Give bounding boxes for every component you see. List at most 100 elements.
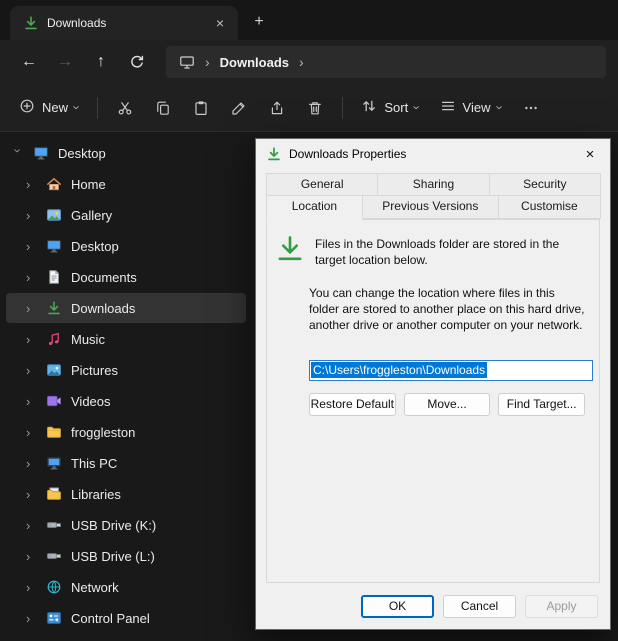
downloads-icon [265,146,282,163]
find-target-button[interactable]: Find Target... [498,393,585,416]
sidebar-item-videos[interactable]: › Videos [6,386,246,416]
cancel-button[interactable]: Cancel [443,595,516,618]
documents-icon [45,269,62,286]
explorer-tab-downloads[interactable]: Downloads × [10,6,238,40]
chevron-right-icon[interactable]: › [26,612,36,625]
pictures-icon [45,362,62,379]
copy-button[interactable] [145,91,181,125]
sidebar-item-gallery[interactable]: › Gallery [6,200,246,230]
chevron-right-icon[interactable]: › [26,581,36,594]
chevron-right-icon[interactable]: › [26,178,36,191]
sidebar-item-home[interactable]: › Home [6,169,246,199]
share-button[interactable] [259,91,295,125]
dialog-title: Downloads Properties [289,147,406,161]
sort-button[interactable]: Sort › [352,91,428,125]
tab-security[interactable]: Security [489,173,601,195]
delete-icon [307,100,323,116]
folder-icon [45,424,62,441]
up-button[interactable]: ↑ [84,45,118,79]
more-options-button[interactable] [513,91,549,125]
sidebar-item-documents[interactable]: › Documents [6,262,246,292]
chevron-right-icon[interactable]: › [26,364,36,377]
chevron-down-icon[interactable]: › [12,148,25,158]
location-intro-text: Files in the Downloads folder are stored… [315,234,585,268]
copy-icon [155,100,171,116]
downloads-properties-dialog: Downloads Properties × General Sharing S… [255,138,611,630]
new-tab-button[interactable]: + [244,7,274,37]
sidebar-item-usb-drive-k[interactable]: › USB Drive (K:) [6,510,246,540]
desktop-icon [32,145,49,162]
dialog-footer: OK Cancel Apply [256,583,610,629]
tab-general[interactable]: General [266,173,378,195]
paste-button[interactable] [183,91,219,125]
new-button[interactable]: New › [10,91,88,125]
cut-button[interactable] [107,91,143,125]
sidebar-item-froggleston[interactable]: › froggleston [6,417,246,447]
toolbar-separator [97,97,98,119]
sidebar-item-pictures[interactable]: › Pictures [6,355,246,385]
tab-title: Downloads [47,16,200,30]
rename-button[interactable] [221,91,257,125]
monitor-icon [178,54,195,71]
chevron-right-icon[interactable]: › [26,240,36,253]
sidebar-item-downloads[interactable]: › Downloads [6,293,246,323]
sidebar-item-libraries[interactable]: › Libraries [6,479,246,509]
chevron-right-icon[interactable]: › [26,395,36,408]
tab-close-button[interactable]: × [208,11,232,35]
dialog-titlebar[interactable]: Downloads Properties × [256,139,610,169]
desktop-icon [45,238,62,255]
chevron-right-icon[interactable]: › [26,550,36,563]
chevron-right-icon[interactable]: › [26,488,36,501]
navigation-pane: › Desktop › Home › Gallery › Desktop › [0,132,252,641]
sidebar-item-this-pc[interactable]: › This PC [6,448,246,478]
breadcrumb-chevron-icon: › [205,54,210,70]
delete-button[interactable] [297,91,333,125]
address-bar[interactable]: › Downloads › [166,46,606,78]
sidebar-item-desktop-root[interactable]: › Desktop [6,138,246,168]
view-button[interactable]: View › [431,91,511,125]
sidebar-item-desktop[interactable]: › Desktop [6,231,246,261]
breadcrumb-chevron-icon[interactable]: › [299,54,304,70]
tab-customise[interactable]: Customise [498,195,601,219]
tab-previous-versions[interactable]: Previous Versions [362,195,499,219]
chevron-right-icon[interactable]: › [26,271,36,284]
chevron-down-icon: › [493,105,506,109]
sidebar-item-network[interactable]: › Network [6,572,246,602]
ok-button[interactable]: OK [361,595,434,618]
chevron-right-icon[interactable]: › [26,519,36,532]
chevron-right-icon[interactable]: › [26,302,36,315]
chevron-right-icon[interactable]: › [26,209,36,222]
home-icon [45,176,62,193]
apply-button[interactable]: Apply [525,595,598,618]
sidebar-item-music[interactable]: › Music [6,324,246,354]
toolbar-separator [342,97,343,119]
chevron-right-icon[interactable]: › [26,333,36,346]
usb-drive-icon [45,548,62,565]
sort-icon [361,98,377,117]
tab-sharing[interactable]: Sharing [377,173,489,195]
back-button[interactable]: ← [12,45,46,79]
more-icon [523,100,539,116]
paste-icon [193,100,209,116]
chevron-right-icon[interactable]: › [26,426,36,439]
location-path-value: C:\Users\froggleston\Downloads [311,362,487,378]
chevron-right-icon[interactable]: › [26,457,36,470]
chevron-down-icon: › [71,105,84,109]
location-description-text: You can change the location where files … [309,286,585,333]
location-tab-panel: Files in the Downloads folder are stored… [266,219,600,583]
dialog-close-button[interactable]: × [570,140,610,168]
libraries-icon [45,486,62,503]
navigation-bar: ← → ↑ › Downloads › [0,40,618,84]
location-path-input[interactable]: C:\Users\froggleston\Downloads [309,360,593,381]
breadcrumb-downloads[interactable]: Downloads [220,55,289,70]
downloads-icon [275,234,305,264]
refresh-button[interactable] [120,45,154,79]
tab-location[interactable]: Location [266,195,363,220]
forward-button[interactable]: → [48,45,82,79]
sidebar-item-control-panel[interactable]: › Control Panel [6,603,246,633]
sidebar-item-usb-drive-l[interactable]: › USB Drive (L:) [6,541,246,571]
downloads-icon [45,300,62,317]
move-button[interactable]: Move... [404,393,491,416]
control-panel-icon [45,610,62,627]
restore-default-button[interactable]: Restore Default [309,393,396,416]
